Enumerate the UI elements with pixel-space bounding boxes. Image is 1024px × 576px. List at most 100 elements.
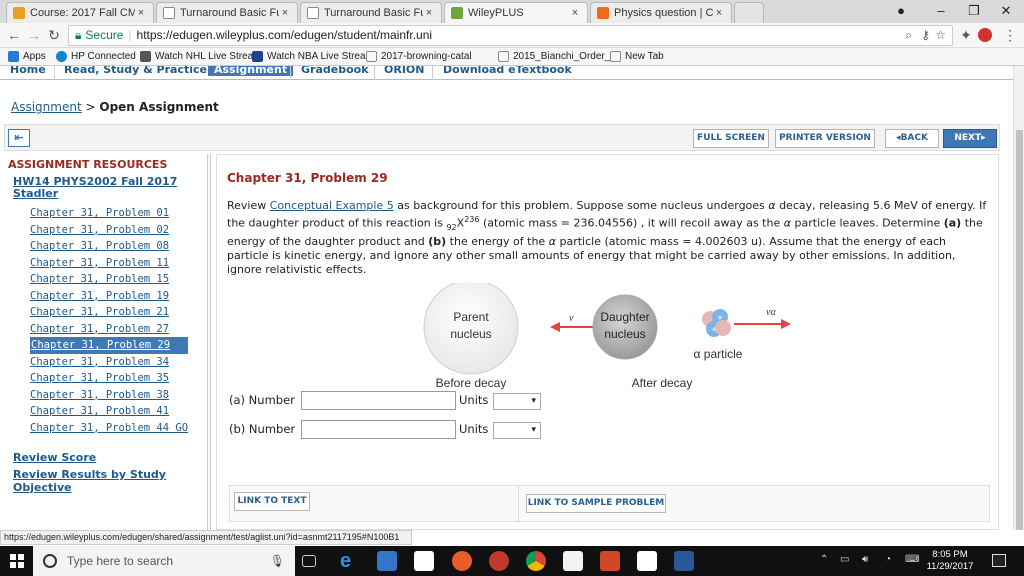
taskbar: Type here to search 🎙︎ e ⌃ ▭ 🔊︎ ◔ ⌨ 8:05… bbox=[0, 546, 1024, 576]
task-view-icon[interactable] bbox=[302, 555, 316, 567]
problem-link[interactable]: Chapter 31, Problem 29 bbox=[30, 337, 189, 354]
bookmark-nba[interactable]: Watch NBA Live Strea bbox=[252, 48, 366, 65]
review-results-link[interactable]: Review Results by Study Objective bbox=[13, 468, 183, 494]
powerpoint-icon[interactable] bbox=[600, 551, 620, 571]
problem-link[interactable]: Chapter 31, Problem 11 bbox=[30, 255, 188, 272]
menu-icon[interactable]: ⋮ bbox=[1002, 27, 1018, 44]
next-button[interactable]: NEXT▸ bbox=[943, 129, 997, 148]
panel-divider[interactable] bbox=[207, 154, 211, 530]
back-arrow-icon[interactable]: ← bbox=[6, 27, 22, 43]
battery-icon[interactable]: ▭ bbox=[840, 554, 849, 565]
restore-icon[interactable]: ❐ bbox=[958, 0, 990, 22]
bookmark-nhl[interactable]: Watch NHL Live Strea bbox=[140, 48, 253, 65]
key-icon[interactable]: ⚷ bbox=[921, 26, 930, 45]
number-input[interactable] bbox=[301, 420, 456, 439]
profile-icon[interactable]: ● bbox=[885, 0, 917, 22]
mail-icon[interactable] bbox=[563, 551, 583, 571]
url-text: https://edugen.wileyplus.com/edugen/stud… bbox=[136, 28, 433, 42]
zoom-icon[interactable]: ⌕ bbox=[905, 26, 912, 45]
tab-wileyplus[interactable]: WileyPLUS × bbox=[444, 2, 588, 23]
problem-link[interactable]: Chapter 31, Problem 27 bbox=[30, 321, 188, 338]
problem-link[interactable]: Chapter 31, Problem 15 bbox=[30, 271, 188, 288]
nav-read-study[interactable]: Read, Study & Practice bbox=[64, 66, 207, 76]
extension-icon[interactable]: ✦ bbox=[958, 27, 974, 44]
problem-link[interactable]: Chapter 31, Problem 08 bbox=[30, 238, 188, 255]
page-scrollbar[interactable] bbox=[1013, 66, 1024, 530]
store-icon[interactable] bbox=[377, 551, 397, 571]
bookmark-browning[interactable]: 2017-browning-catal bbox=[366, 48, 472, 65]
review-score-link[interactable]: Review Score bbox=[13, 451, 96, 464]
page-icon bbox=[366, 51, 377, 62]
photos-icon[interactable] bbox=[637, 551, 657, 571]
nav-download-etextbook[interactable]: Download eTextbook bbox=[443, 66, 572, 76]
notifications-icon[interactable] bbox=[992, 554, 1006, 567]
clock[interactable]: 8:05 PM 11/29/2017 bbox=[925, 549, 975, 573]
forward-arrow-icon[interactable]: → bbox=[26, 27, 42, 43]
tab-chegg[interactable]: Physics question | Chegg × bbox=[590, 2, 732, 23]
nav-orion[interactable]: ORION bbox=[384, 66, 424, 76]
problem-link[interactable]: Chapter 31, Problem 35 bbox=[30, 370, 188, 387]
keyboard-icon[interactable]: ⌨ bbox=[905, 554, 919, 565]
problem-link[interactable]: Chapter 31, Problem 21 bbox=[30, 304, 188, 321]
problem-link[interactable]: Chapter 31, Problem 34 bbox=[30, 354, 188, 371]
bookmark-label: HP Connected bbox=[71, 51, 136, 62]
bookmark-new-tab[interactable]: New Tab bbox=[610, 48, 664, 65]
units-select[interactable]: ▾ bbox=[493, 393, 541, 410]
full-screen-button[interactable]: FULL SCREEN bbox=[693, 129, 769, 148]
scrollbar-thumb[interactable] bbox=[1016, 130, 1023, 530]
back-button[interactable]: ◂BACK bbox=[885, 129, 939, 148]
problem-link[interactable]: Chapter 31, Problem 02 bbox=[30, 222, 188, 239]
answer-label: (b) Number bbox=[229, 422, 296, 436]
toggle-sidebar-icon[interactable]: ⇤ bbox=[8, 129, 30, 147]
close-icon[interactable]: × bbox=[423, 7, 435, 19]
units-select[interactable]: ▾ bbox=[493, 422, 541, 439]
close-icon[interactable]: × bbox=[279, 7, 291, 19]
tab-turnaround-2[interactable]: Turnaround Basic Funda × bbox=[300, 2, 442, 23]
tray-chevron-icon[interactable]: ⌃ bbox=[820, 554, 828, 565]
printer-version-button[interactable]: PRINTER VERSION bbox=[775, 129, 875, 148]
number-input[interactable] bbox=[301, 391, 456, 410]
reload-icon[interactable]: ↻ bbox=[46, 27, 62, 44]
url-field[interactable]: 🔒︎ Secure | https://edugen.wileyplus.com/ed… bbox=[68, 25, 953, 46]
windows-start-icon[interactable] bbox=[10, 554, 24, 568]
edge-icon[interactable]: e bbox=[340, 551, 360, 571]
bookmark-hp[interactable]: HP Connected bbox=[56, 48, 136, 65]
link-to-text-button[interactable]: LINK TO TEXT bbox=[234, 492, 310, 511]
taskbar-search[interactable]: Type here to search 🎙︎ bbox=[33, 546, 295, 576]
nav-gradebook[interactable]: Gradebook bbox=[301, 66, 369, 76]
problem-link[interactable]: Chapter 31, Problem 41 bbox=[30, 403, 188, 420]
bookmark-bianchi[interactable]: 2015_Bianchi_Order_ bbox=[498, 48, 610, 65]
breadcrumb-assignment-link[interactable]: Assignment bbox=[11, 100, 82, 114]
nav-assignment[interactable]: Assignment bbox=[208, 66, 294, 76]
close-icon[interactable]: × bbox=[569, 7, 581, 19]
conceptual-example-link[interactable]: Conceptual Example 5 bbox=[270, 199, 394, 212]
close-window-icon[interactable]: ✕ bbox=[990, 0, 1022, 22]
bookmark-label: New Tab bbox=[625, 51, 664, 62]
nav-home[interactable]: Home bbox=[10, 66, 46, 76]
store-bag-icon[interactable] bbox=[414, 551, 434, 571]
problem-link[interactable]: Chapter 31, Problem 38 bbox=[30, 387, 188, 404]
adblock-icon[interactable] bbox=[978, 28, 992, 42]
minimize-icon[interactable]: – bbox=[925, 0, 957, 22]
wifi-icon[interactable]: ◔ bbox=[885, 554, 891, 565]
assignment-title-link[interactable]: HW14 PHYS2002 Fall 2017 Stadler bbox=[13, 176, 193, 200]
microphone-icon[interactable]: 🎙︎ bbox=[270, 554, 285, 568]
paint-icon[interactable] bbox=[452, 551, 472, 571]
volume-icon[interactable]: 🔊︎ bbox=[862, 554, 868, 565]
problem-link[interactable]: Chapter 31, Problem 44 GO bbox=[30, 420, 188, 437]
tab-turnaround-1[interactable]: Turnaround Basic Funda × bbox=[156, 2, 298, 23]
word-icon[interactable] bbox=[674, 551, 694, 571]
close-icon[interactable]: × bbox=[135, 7, 147, 19]
chrome-icon[interactable] bbox=[526, 551, 546, 571]
bookmark-apps[interactable]: Apps bbox=[8, 48, 46, 65]
close-icon[interactable]: × bbox=[713, 7, 725, 19]
blocked-app-icon[interactable] bbox=[489, 551, 509, 571]
tab-course[interactable]: Course: 2017 Fall CM 33 × bbox=[6, 2, 154, 23]
star-icon[interactable]: ☆ bbox=[935, 26, 946, 45]
new-tab-button[interactable] bbox=[734, 2, 764, 23]
problem-link[interactable]: Chapter 31, Problem 19 bbox=[30, 288, 188, 305]
part-a-label: (a) bbox=[943, 216, 962, 230]
problem-link[interactable]: Chapter 31, Problem 01 bbox=[30, 205, 188, 222]
status-url: https://edugen.wileyplus.com/edugen/shar… bbox=[0, 530, 412, 545]
link-to-sample-problem-button[interactable]: LINK TO SAMPLE PROBLEM bbox=[526, 494, 666, 513]
